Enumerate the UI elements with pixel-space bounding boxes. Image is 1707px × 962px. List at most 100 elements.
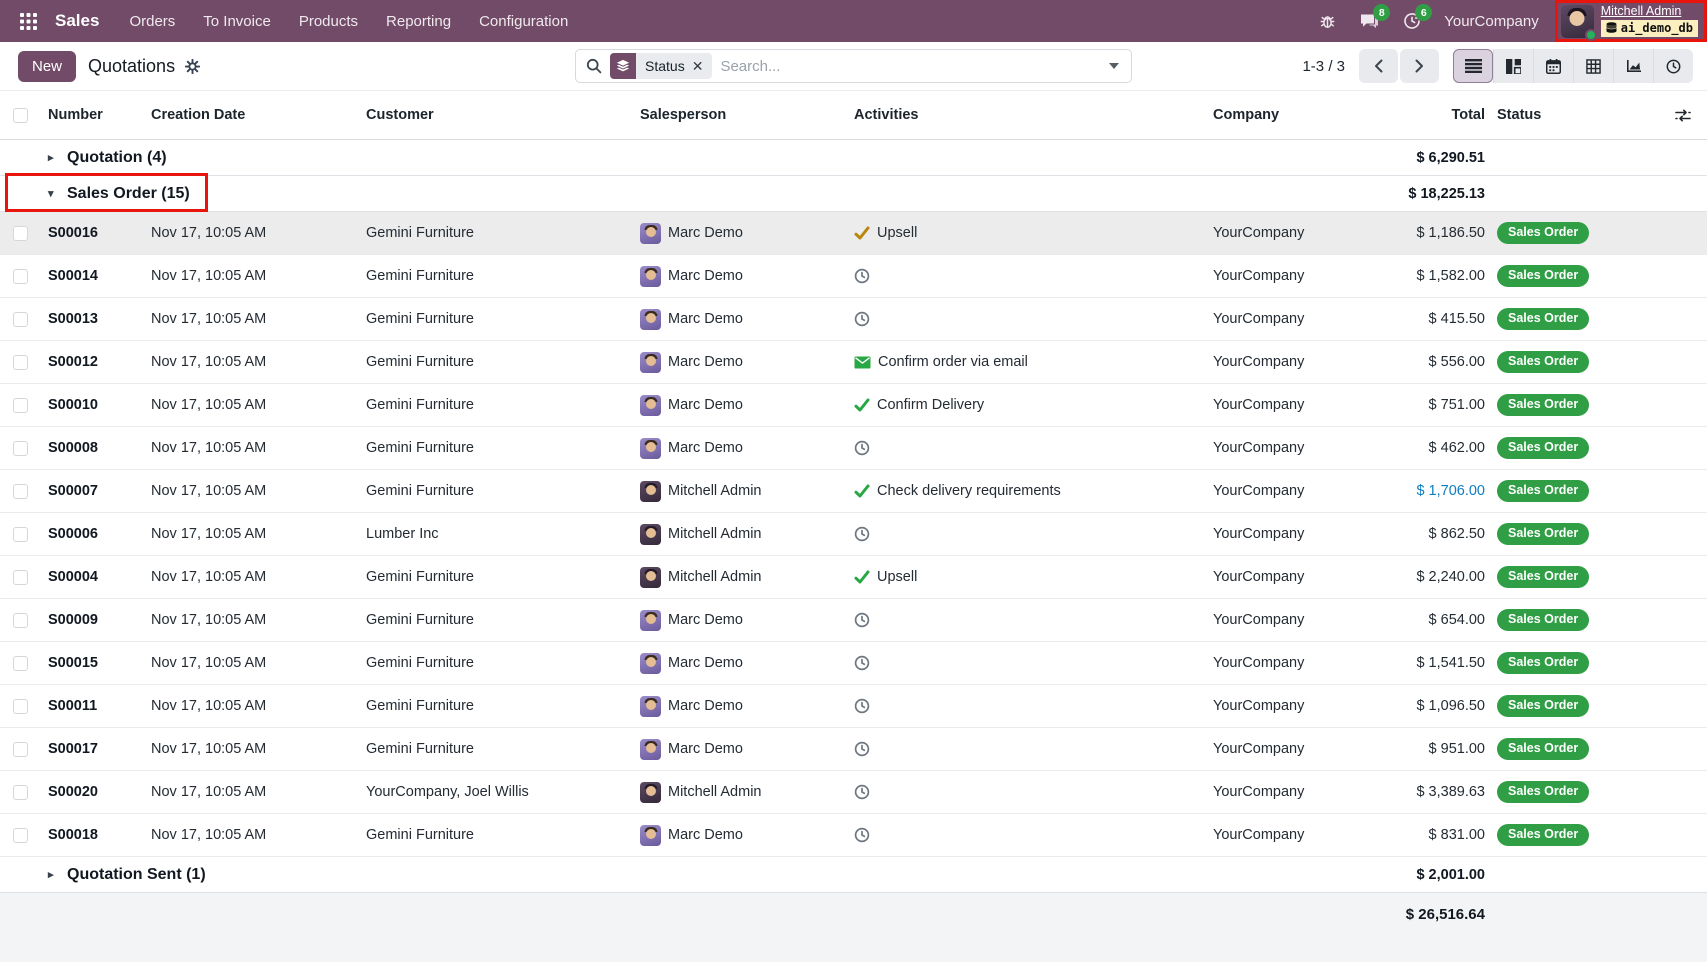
table-row[interactable]: S00004 Nov 17, 10:05 AM Gemini Furniture… (0, 556, 1707, 599)
apps-menu-button[interactable] (10, 7, 47, 36)
row-checkbox[interactable] (13, 441, 28, 456)
table-row[interactable]: S00010 Nov 17, 10:05 AM Gemini Furniture… (0, 384, 1707, 427)
table-row[interactable]: S00015 Nov 17, 10:05 AM Gemini Furniture… (0, 642, 1707, 685)
table-row[interactable]: S00018 Nov 17, 10:05 AM Gemini Furniture… (0, 814, 1707, 857)
total-amount: $ 654.00 (1355, 612, 1485, 628)
activity-cell[interactable] (846, 741, 1205, 757)
activity-cell[interactable]: Upsell (846, 569, 1205, 585)
salesperson-avatar (640, 825, 661, 846)
row-checkbox[interactable] (13, 312, 28, 327)
row-checkbox[interactable] (13, 785, 28, 800)
menu-to-invoice[interactable]: To Invoice (189, 0, 285, 42)
row-checkbox[interactable] (13, 355, 28, 370)
column-header-number[interactable]: Number (40, 107, 143, 123)
activity-cell[interactable] (846, 268, 1205, 284)
pager-next-button[interactable] (1400, 49, 1439, 83)
messages-button[interactable]: 8 (1349, 0, 1390, 42)
new-button[interactable]: New (18, 51, 76, 82)
activity-cell[interactable] (846, 784, 1205, 800)
row-checkbox[interactable] (13, 484, 28, 499)
table-row[interactable]: S00008 Nov 17, 10:05 AM Gemini Furniture… (0, 427, 1707, 470)
table-row[interactable]: S00017 Nov 17, 10:05 AM Gemini Furniture… (0, 728, 1707, 771)
facet-remove-icon[interactable]: ✕ (692, 59, 704, 73)
activity-cell[interactable]: Confirm order via email (846, 354, 1205, 370)
graph-view-icon (1626, 59, 1642, 73)
order-number: S00020 (40, 784, 143, 800)
activity-cell[interactable] (846, 440, 1205, 456)
activity-cell[interactable]: Confirm Delivery (846, 397, 1205, 413)
pager-previous-button[interactable] (1359, 49, 1398, 83)
company-switcher[interactable]: YourCompany (1434, 13, 1553, 30)
table-row[interactable]: S00020 Nov 17, 10:05 AM YourCompany, Joe… (0, 771, 1707, 814)
group-row[interactable]: ▾ Sales Order (15) $ 18,225.13 (0, 176, 1707, 212)
table-row[interactable]: S00007 Nov 17, 10:05 AM Gemini Furniture… (0, 470, 1707, 513)
row-checkbox[interactable] (13, 699, 28, 714)
activities-button[interactable]: 6 (1392, 0, 1432, 42)
search-input[interactable] (720, 58, 1095, 75)
column-header-creation-date[interactable]: Creation Date (143, 107, 358, 123)
calendar-view-button[interactable] (1533, 49, 1573, 83)
column-header-company[interactable]: Company (1205, 107, 1355, 123)
table-row[interactable]: S00016 Nov 17, 10:05 AM Gemini Furniture… (0, 212, 1707, 255)
actions-gear-button[interactable] (183, 57, 202, 76)
column-header-activities[interactable]: Activities (846, 107, 1205, 123)
row-checkbox[interactable] (13, 613, 28, 628)
menu-orders[interactable]: Orders (115, 0, 189, 42)
check-icon (854, 570, 870, 584)
table-row[interactable]: S00006 Nov 17, 10:05 AM Lumber Inc Mitch… (0, 513, 1707, 556)
clock-icon (854, 440, 870, 456)
activity-cell[interactable]: Upsell (846, 225, 1205, 241)
table-row[interactable]: S00012 Nov 17, 10:05 AM Gemini Furniture… (0, 341, 1707, 384)
activity-cell[interactable] (846, 698, 1205, 714)
column-header-status[interactable]: Status (1485, 107, 1663, 123)
app-name[interactable]: Sales (51, 11, 111, 31)
optional-columns-button[interactable] (1675, 109, 1691, 122)
activity-label: Confirm order via email (878, 354, 1028, 370)
user-menu[interactable]: Mitchell Admin ai_demo_db (1558, 3, 1704, 39)
row-checkbox[interactable] (13, 226, 28, 241)
search-dropdown-toggle[interactable] (1097, 50, 1131, 82)
activity-cell[interactable] (846, 827, 1205, 843)
row-checkbox[interactable] (13, 742, 28, 757)
table-row[interactable]: S00014 Nov 17, 10:05 AM Gemini Furniture… (0, 255, 1707, 298)
row-checkbox[interactable] (13, 656, 28, 671)
list-view-button[interactable] (1453, 49, 1493, 83)
table-row[interactable]: S00013 Nov 17, 10:05 AM Gemini Furniture… (0, 298, 1707, 341)
activities-count-badge: 6 (1415, 4, 1432, 21)
row-checkbox[interactable] (13, 828, 28, 843)
activity-cell[interactable] (846, 311, 1205, 327)
search-facet-status[interactable]: Status ✕ (610, 53, 712, 79)
group-row[interactable]: ▸ Quotation Sent (1) $ 2,001.00 (0, 857, 1707, 893)
group-row[interactable]: ▸ Quotation (4) $ 6,290.51 (0, 140, 1707, 176)
graph-view-button[interactable] (1613, 49, 1653, 83)
menu-products[interactable]: Products (285, 0, 372, 42)
clock-icon (854, 268, 870, 284)
column-header-customer[interactable]: Customer (358, 107, 632, 123)
activity-cell[interactable]: Check delivery requirements (846, 483, 1205, 499)
pivot-view-button[interactable] (1573, 49, 1613, 83)
row-checkbox[interactable] (13, 269, 28, 284)
row-checkbox[interactable] (13, 527, 28, 542)
order-number: S00015 (40, 655, 143, 671)
customer-name: Gemini Furniture (358, 440, 632, 456)
column-header-salesperson[interactable]: Salesperson (632, 107, 846, 123)
activity-view-button[interactable] (1653, 49, 1693, 83)
row-checkbox[interactable] (13, 398, 28, 413)
activity-cell[interactable] (846, 655, 1205, 671)
row-checkbox[interactable] (13, 570, 28, 585)
kanban-view-button[interactable] (1493, 49, 1533, 83)
menu-configuration[interactable]: Configuration (465, 0, 582, 42)
status-badge: Sales Order (1497, 695, 1589, 717)
search-icon (586, 58, 602, 74)
menu-reporting[interactable]: Reporting (372, 0, 465, 42)
activity-cell[interactable] (846, 612, 1205, 628)
table-row[interactable]: S00009 Nov 17, 10:05 AM Gemini Furniture… (0, 599, 1707, 642)
status-badge: Sales Order (1497, 523, 1589, 545)
customer-name: Gemini Furniture (358, 827, 632, 843)
table-row[interactable]: S00011 Nov 17, 10:05 AM Gemini Furniture… (0, 685, 1707, 728)
select-all-checkbox[interactable] (13, 108, 28, 123)
column-header-total[interactable]: Total (1355, 107, 1485, 123)
activity-cell[interactable] (846, 526, 1205, 542)
total-amount: $ 2,240.00 (1355, 569, 1485, 585)
debug-button[interactable] (1308, 0, 1347, 42)
